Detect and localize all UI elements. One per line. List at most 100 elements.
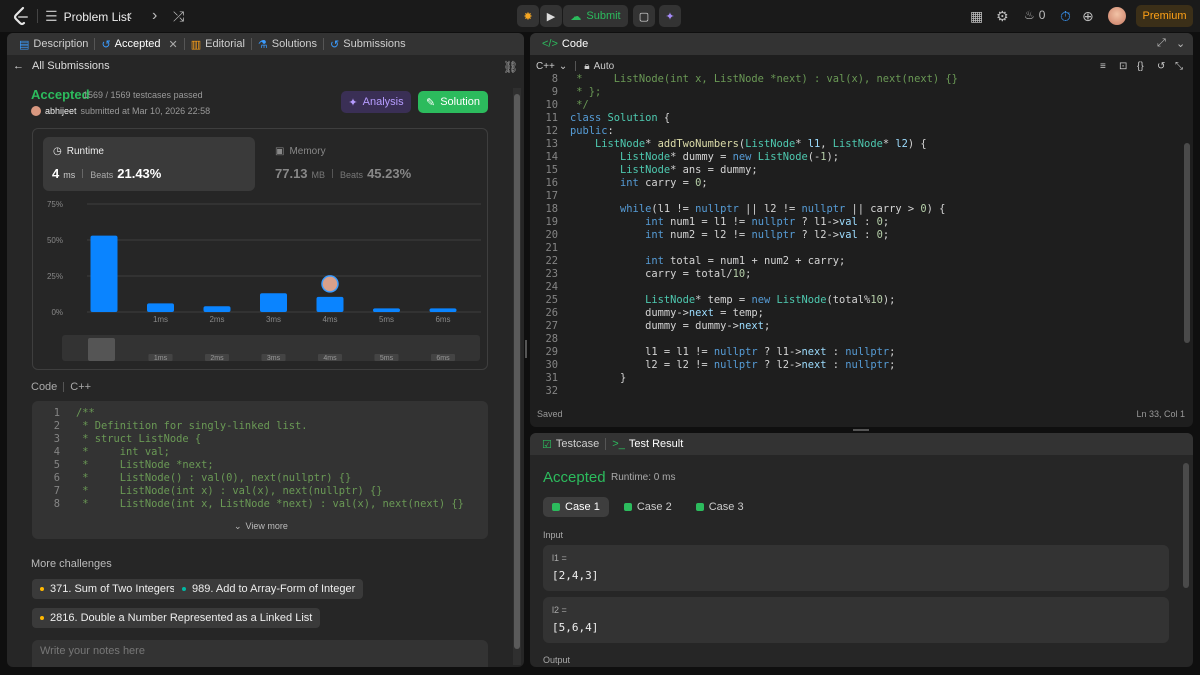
code-token: num1 = l1 != xyxy=(663,216,752,228)
code-editor[interactable]: 8 * ListNode(int x, ListNode *next) : va… xyxy=(530,73,1180,398)
premium-button[interactable]: Premium xyxy=(1136,5,1193,27)
code-token: ; xyxy=(889,346,896,358)
code-token: || carry > xyxy=(845,203,921,215)
code-line: 26 dummy->next = temp; xyxy=(530,307,1180,320)
more-options-icon[interactable]: ⌄ xyxy=(1176,37,1185,50)
vertical-resize-handle[interactable] xyxy=(525,340,527,358)
analysis-button[interactable]: ✦ Analysis xyxy=(341,91,411,113)
fire-icon: ♨ xyxy=(1024,8,1035,22)
ai-sparkle-button[interactable]: ✦ xyxy=(659,5,681,27)
challenge-chip[interactable]: 371. Sum of Two Integers xyxy=(32,579,184,599)
tab-testcase[interactable]: ☑ Testcase xyxy=(538,438,603,451)
next-problem-icon[interactable]: › xyxy=(152,7,157,25)
bookmark-icon[interactable]: ⊡ xyxy=(1119,61,1127,72)
shuffle-icon[interactable]: ⤮ xyxy=(173,8,184,25)
view-more-button[interactable]: ⌄ View more xyxy=(234,521,288,532)
line-number: 16 xyxy=(545,177,558,189)
line-number: 27 xyxy=(545,320,558,332)
code-token: * }; xyxy=(570,86,602,98)
tab-editorial[interactable]: ▥ Editorial xyxy=(187,38,249,51)
submitter-name[interactable]: abhijeet xyxy=(45,106,77,116)
scrollbar-thumb[interactable] xyxy=(1183,463,1189,588)
challenge-chip[interactable]: 989. Add to Array-Form of Integer xyxy=(174,579,364,599)
line-number: 15 xyxy=(545,164,558,176)
code-label: Code xyxy=(31,381,58,393)
code-token: || l2 != xyxy=(738,203,802,215)
code-line: 29 l1 = l1 != nullptr ? l1->next : nullp… xyxy=(530,346,1180,359)
avatar[interactable] xyxy=(1108,7,1126,25)
maximize-icon[interactable]: ⤢ xyxy=(1157,37,1166,50)
line-number: 8 xyxy=(551,73,558,85)
code-editor-panel: </> Code ⤢ ⌄ C++ ⌄ 🔒︎ Auto ≡ ⊡ {} ↺ ⤡ 8 * L… xyxy=(530,33,1193,427)
line-number: 8 xyxy=(53,498,60,510)
line-number: 31 xyxy=(545,372,558,384)
case-tab-3[interactable]: Case 3 xyxy=(687,497,753,517)
notes-button[interactable]: ▢ xyxy=(633,5,655,27)
problem-list-button[interactable]: ☰ Problem List xyxy=(45,8,130,25)
editor-scrollbar[interactable] xyxy=(1183,78,1191,398)
check-icon xyxy=(695,503,704,511)
code-line: 21 xyxy=(530,242,1180,255)
code-token: ? l2-> xyxy=(795,229,840,241)
settings-gear-icon[interactable]: ⚙ xyxy=(996,8,1009,25)
code-text: * ListNode() : val(0), next(nullptr) {} xyxy=(76,472,352,484)
submission-panel: ▤ Description ↺ Accepted ✕ ▥ Editorial ⚗ Solu… xyxy=(7,33,524,667)
timer-icon[interactable]: ⏱ xyxy=(1060,8,1071,25)
fullscreen-icon[interactable]: ⤡ xyxy=(1175,61,1183,72)
code-token: ListNode xyxy=(832,138,883,150)
layout-icon[interactable]: ▦ xyxy=(970,8,983,25)
code-tab-bar: </> Code ⤢ ⌄ xyxy=(530,33,1193,55)
y-tick-label: 75% xyxy=(47,200,63,209)
format-icon[interactable]: ≡ xyxy=(1100,61,1106,72)
case-tab-1[interactable]: Case 1 xyxy=(543,497,609,517)
editor-status-bar: Saved Ln 33, Col 1 xyxy=(530,403,1193,423)
input-box-l2[interactable]: l2 = [5,6,4] xyxy=(543,597,1169,643)
leetcode-logo[interactable] xyxy=(12,6,30,26)
link-icon[interactable]: ⛓ xyxy=(503,60,518,74)
scrollbar-thumb[interactable] xyxy=(1184,143,1190,343)
code-token: carry = xyxy=(638,177,696,189)
avatar xyxy=(31,106,41,116)
notes-input[interactable]: Write your notes here xyxy=(32,640,488,667)
history-icon: ↺ xyxy=(330,38,340,51)
tab-description[interactable]: ▤ Description xyxy=(15,38,92,51)
tab-code[interactable]: </> Code xyxy=(538,38,592,50)
debug-button[interactable]: ✸ xyxy=(517,5,539,27)
submit-button[interactable]: ☁ Submit xyxy=(563,5,628,27)
code-line: 5 * ListNode *next; xyxy=(32,459,488,472)
close-tab-icon[interactable]: ✕ xyxy=(169,38,178,51)
checkbox-icon: ☑ xyxy=(542,438,552,451)
tab-submissions[interactable]: ↺ Submissions xyxy=(326,38,410,51)
scrollbar[interactable] xyxy=(513,88,521,665)
back-to-submissions[interactable]: ← All Submissions xyxy=(13,60,110,72)
streak-counter[interactable]: ♨ 0 xyxy=(1024,8,1045,22)
braces-icon[interactable]: {} xyxy=(1137,61,1144,72)
code-line: 18 while(l1 != nullptr || l2 != nullptr … xyxy=(530,203,1180,216)
check-icon xyxy=(552,503,560,511)
case-tab-2[interactable]: Case 2 xyxy=(615,497,681,517)
language-select[interactable]: C++ ⌄ xyxy=(536,61,567,72)
line-number: 23 xyxy=(545,268,558,280)
runtime-distribution-chart: 75% 50% 25% 0% 1ms 2ms 3ms 4ms 5ms 6ms 1ms 2ms 3ms 4m… xyxy=(47,200,481,362)
code-text: * struct ListNode { xyxy=(76,433,202,445)
line-number: 17 xyxy=(545,190,558,202)
prev-problem-icon[interactable]: ‹ xyxy=(127,7,132,25)
horizontal-resize-handle[interactable] xyxy=(853,429,869,431)
input-box-l1[interactable]: l1 = [2,4,3] xyxy=(543,545,1169,591)
run-button[interactable]: ▶ xyxy=(540,5,562,27)
solution-button[interactable]: ✎ Solution xyxy=(418,91,488,113)
tab-test-result[interactable]: >_ Test Result xyxy=(608,438,687,450)
result-scrollbar[interactable] xyxy=(1182,457,1190,663)
reset-icon[interactable]: ↺ xyxy=(1157,61,1165,72)
tab-accepted[interactable]: ↺ Accepted ✕ xyxy=(97,38,181,51)
scrollbar-thumb[interactable] xyxy=(514,94,520,649)
challenge-chip[interactable]: 2816. Double a Number Represented as a L… xyxy=(32,608,321,628)
code-token: ; xyxy=(882,229,890,241)
autocomplete-mode[interactable]: 🔒︎ Auto xyxy=(584,61,614,72)
tab-solutions[interactable]: ⚗ Solutions xyxy=(254,38,321,51)
line-number: 5 xyxy=(53,459,60,471)
code-token: (total% xyxy=(826,294,871,306)
code-line: 32 xyxy=(530,385,1180,398)
add-friend-icon[interactable]: ⊕ xyxy=(1082,8,1094,25)
